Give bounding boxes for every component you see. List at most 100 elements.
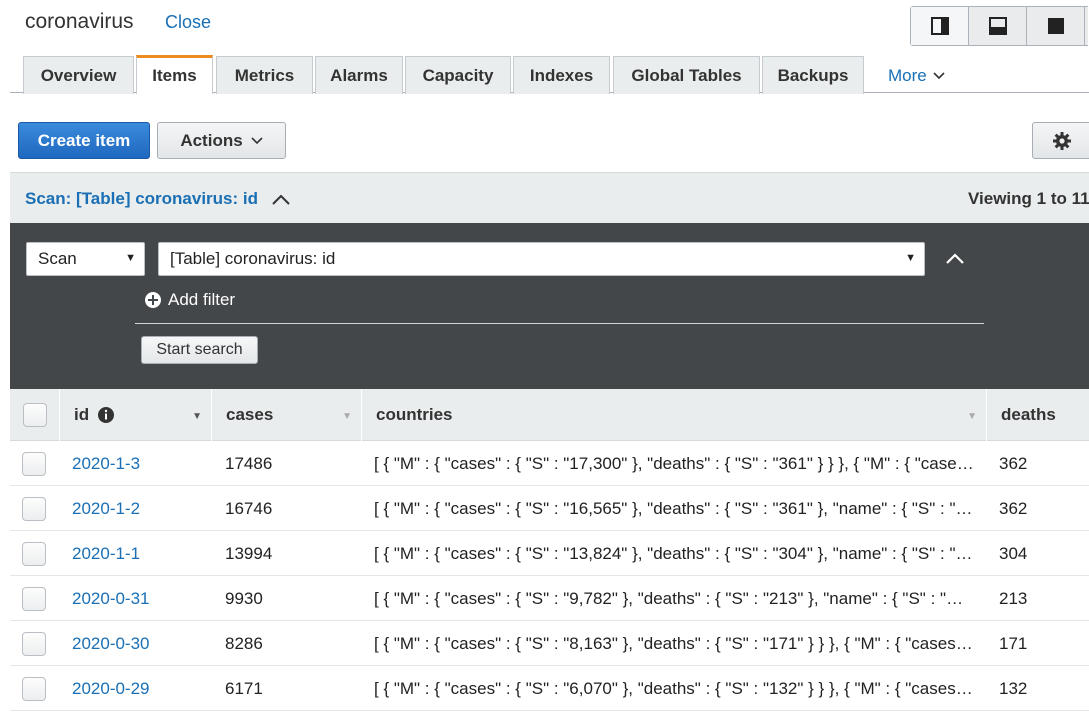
column-label-cases: cases [226,405,274,424]
row-checkbox[interactable] [22,586,46,611]
table-row[interactable]: 2020-1-1 13994 [ { "M" : { "cases" : { "… [10,531,1089,576]
chevron-up-icon [272,194,290,205]
fullscreen-button[interactable] [1027,7,1085,45]
column-header-deaths[interactable]: deaths [987,389,1089,441]
deaths-cell: 171 [999,633,1028,653]
split-vertical-button[interactable] [911,7,969,45]
countries-cell: [ { "M" : { "cases" : { "S" : "6,070" },… [374,679,974,698]
select-all-checkbox[interactable] [22,403,47,427]
scan-target-value: [Table] coronavirus: id [170,249,336,268]
sort-icon[interactable]: ▼ [342,411,352,422]
countries-cell: [ { "M" : { "cases" : { "S" : "13,824" }… [374,544,974,563]
deaths-cell: 213 [999,588,1028,608]
row-checkbox[interactable] [22,676,46,701]
cases-cell: 17486 [225,453,273,473]
row-checkbox-cell [22,621,48,666]
tab-items[interactable]: Items [136,55,213,94]
scan-mode-value: Scan [38,249,77,268]
fullscreen-icon [1047,18,1064,34]
actions-button[interactable]: Actions [157,122,286,159]
deaths-cell: 132 [999,678,1028,698]
tab-more[interactable]: More [888,66,945,86]
item-id-link[interactable]: 2020-0-29 [72,666,212,711]
item-id-link[interactable]: 2020-1-1 [72,531,212,576]
gear-icon [1053,131,1071,150]
cases-cell: 16746 [225,498,273,518]
table-title: coronavirus [25,10,134,33]
tab-more-label: More [888,66,927,85]
table-row[interactable]: 2020-1-3 17486 [ { "M" : { "cases" : { "… [10,441,1089,486]
scan-panel: Scan ▼ [Table] coronavirus: id ▼ Add fil… [10,223,1089,389]
split-horizontal-button[interactable] [969,7,1027,45]
viewing-range: Viewing 1 to 11 [968,189,1089,208]
tab-bar: Overview Items Metrics Alarms Capacity I… [10,54,1089,94]
info-icon[interactable] [97,406,115,424]
item-id-link[interactable]: 2020-1-3 [72,441,212,486]
table-row[interactable]: 2020-0-29 6171 [ { "M" : { "cases" : { "… [10,666,1089,711]
settings-button[interactable] [1032,122,1089,159]
item-id-link[interactable]: 2020-0-31 [72,576,212,621]
caret-down-icon: ▼ [905,252,916,264]
panel-divider [135,323,984,324]
scan-title: Scan: [Table] coronavirus: id [25,189,259,208]
chevron-down-icon [251,136,263,144]
tab-capacity[interactable]: Capacity [405,56,511,94]
column-header-id[interactable]: id ▼ [60,389,212,441]
tab-global-tables[interactable]: Global Tables [613,56,760,94]
split-horizontal-icon [988,17,1007,35]
tab-alarms[interactable]: Alarms [315,56,403,94]
tab-backups[interactable]: Backups [762,56,864,94]
split-vertical-icon [930,17,949,35]
row-checkbox-cell [22,441,48,486]
table-header: id ▼ cases ▼ countries ▼ deaths [10,389,1089,441]
column-label-countries: countries [376,405,453,424]
row-checkbox[interactable] [22,541,46,566]
countries-cell: [ { "M" : { "cases" : { "S" : "17,300" }… [374,454,974,473]
select-all-cell [10,389,60,441]
cases-cell: 8286 [225,633,263,653]
caret-down-icon: ▼ [125,252,136,264]
cases-cell: 13994 [225,543,273,563]
plus-circle-icon [145,292,161,308]
sort-descending-icon[interactable]: ▼ [192,411,202,422]
deaths-cell: 362 [999,453,1028,473]
row-checkbox-cell [22,576,48,621]
countries-cell: [ { "M" : { "cases" : { "S" : "16,565" }… [374,499,974,518]
collapse-panel-button[interactable] [945,249,965,269]
countries-cell: [ { "M" : { "cases" : { "S" : "9,782" },… [374,589,974,608]
scan-mode-select[interactable]: Scan ▼ [26,242,145,276]
chevron-down-icon [933,72,945,80]
tab-indexes[interactable]: Indexes [513,56,610,94]
item-id-link[interactable]: 2020-1-2 [72,486,212,531]
view-toggle-group [910,6,1088,46]
countries-cell: [ { "M" : { "cases" : { "S" : "8,163" },… [374,634,974,653]
column-label-id: id [74,405,90,424]
row-checkbox[interactable] [22,451,46,476]
column-header-cases[interactable]: cases ▼ [212,389,362,441]
table-row[interactable]: 2020-1-2 16746 [ { "M" : { "cases" : { "… [10,486,1089,531]
column-header-countries[interactable]: countries ▼ [362,389,987,441]
table-row[interactable]: 2020-0-31 9930 [ { "M" : { "cases" : { "… [10,576,1089,621]
create-item-button[interactable]: Create item [18,122,150,159]
add-filter-button[interactable]: Add filter [144,290,235,310]
scan-toggle[interactable]: Scan: [Table] coronavirus: id [25,189,290,209]
sort-icon[interactable]: ▼ [967,411,977,422]
cases-cell: 6171 [225,678,263,698]
scan-target-select[interactable]: [Table] coronavirus: id ▼ [158,242,925,276]
row-checkbox[interactable] [22,631,46,656]
add-filter-label: Add filter [168,290,236,309]
item-id-link[interactable]: 2020-0-30 [72,621,212,666]
row-checkbox[interactable] [22,496,46,521]
start-search-button[interactable]: Start search [141,336,258,364]
column-label-deaths: deaths [1001,405,1056,424]
deaths-cell: 362 [999,498,1028,518]
actions-label: Actions [180,130,243,150]
close-link[interactable]: Close [165,12,211,33]
cases-cell: 9930 [225,588,263,608]
table-row[interactable]: 2020-0-30 8286 [ { "M" : { "cases" : { "… [10,621,1089,666]
chevron-up-icon [946,253,964,264]
row-checkbox-cell [22,531,48,576]
tab-metrics[interactable]: Metrics [216,56,313,94]
deaths-cell: 304 [999,543,1028,563]
tab-overview[interactable]: Overview [23,56,134,94]
